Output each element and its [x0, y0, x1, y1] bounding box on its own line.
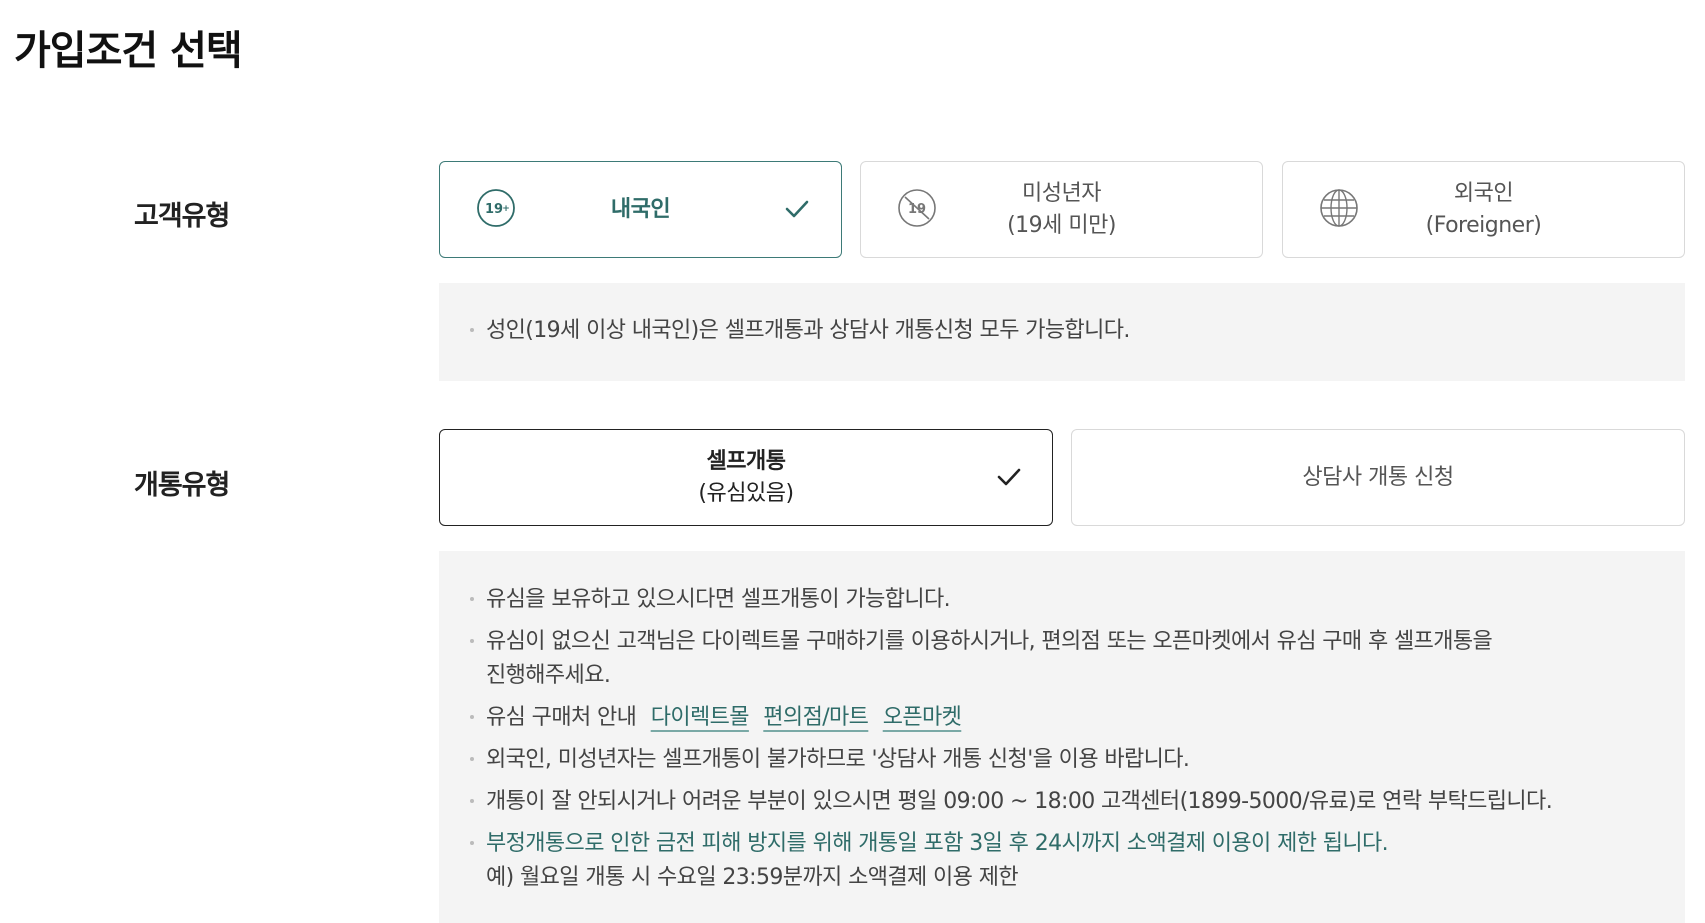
activation-type-option-self[interactable]: 셀프개통 (유심있음) — [439, 429, 1053, 526]
notice-item-warning: 부정개통으로 인한 금전 피해 방지를 위해 개통일 포함 3일 후 24시까지… — [439, 827, 1685, 861]
notice-text: 진행해주세요. — [486, 663, 611, 688]
link-direct-mall[interactable]: 다이렉트몰 — [651, 705, 750, 730]
activation-type-label: 개통유형 — [134, 470, 230, 501]
notice-text: 유심 구매처 안내 — [486, 705, 637, 730]
check-icon — [785, 200, 809, 218]
option-label-line1: 외국인 — [1453, 180, 1514, 206]
activation-type-option-agent[interactable]: 상담사 개통 신청 — [1071, 429, 1685, 526]
notice-item: 유심을 보유하고 있으시다면 셀프개통이 가능합니다. — [439, 583, 1685, 617]
notice-item: 성인(19세 이상 내국인)은 셀프개통과 상담사 개통신청 모두 가능합니다. — [439, 314, 1685, 348]
customer-type-option-foreigner[interactable]: 외국인 (Foreigner) — [1282, 161, 1685, 258]
notice-item: 외국인, 미성년자는 셀프개통이 불가하므로 '상담사 개통 신청'을 이용 바… — [439, 743, 1685, 777]
notice-item: 개통이 잘 안되시거나 어려운 부분이 있으시면 평일 09:00 ~ 18:0… — [439, 785, 1685, 819]
notice-item: 유심이 없으신 고객님은 다이렉트몰 구매하기를 이용하시거나, 편의점 또는 … — [439, 625, 1685, 693]
customer-type-option-korean[interactable]: 19 + 내국인 — [439, 161, 842, 258]
check-icon — [997, 468, 1021, 486]
customer-type-label: 고객유형 — [134, 201, 230, 232]
page-title: 가입조건 선택 — [14, 28, 243, 74]
option-label-line1: 미성년자 — [1022, 180, 1101, 206]
option-label-line2: (19세 미만) — [1007, 212, 1116, 238]
option-label-line1: 셀프개통 — [706, 448, 786, 474]
activation-type-notice: 유심을 보유하고 있으시다면 셀프개통이 가능합니다. 유심이 없으신 고객님은… — [439, 551, 1685, 923]
customer-type-option-minor[interactable]: 19 미성년자 (19세 미만) — [860, 161, 1263, 258]
option-label-line2: (Foreigner) — [1425, 212, 1542, 238]
link-convenience-store[interactable]: 편의점/마트 — [763, 705, 869, 730]
link-open-market[interactable]: 오픈마켓 — [883, 705, 962, 730]
notice-item-sim-purchase: 유심 구매처 안내 다이렉트몰 편의점/마트 오픈마켓 — [439, 701, 1685, 735]
option-label: 상담사 개통 신청 — [1302, 464, 1454, 490]
option-label: 내국인 — [610, 196, 671, 222]
option-label-line2: (유심있음) — [698, 480, 794, 506]
notice-item-example: 예) 월요일 개통 시 수요일 23:59분까지 소액결제 이용 제한 — [486, 865, 1019, 890]
notice-text: 유심이 없으신 고객님은 다이렉트몰 구매하기를 이용하시거나, 편의점 또는 … — [486, 629, 1493, 654]
customer-type-notice: 성인(19세 이상 내국인)은 셀프개통과 상담사 개통신청 모두 가능합니다. — [439, 283, 1685, 381]
